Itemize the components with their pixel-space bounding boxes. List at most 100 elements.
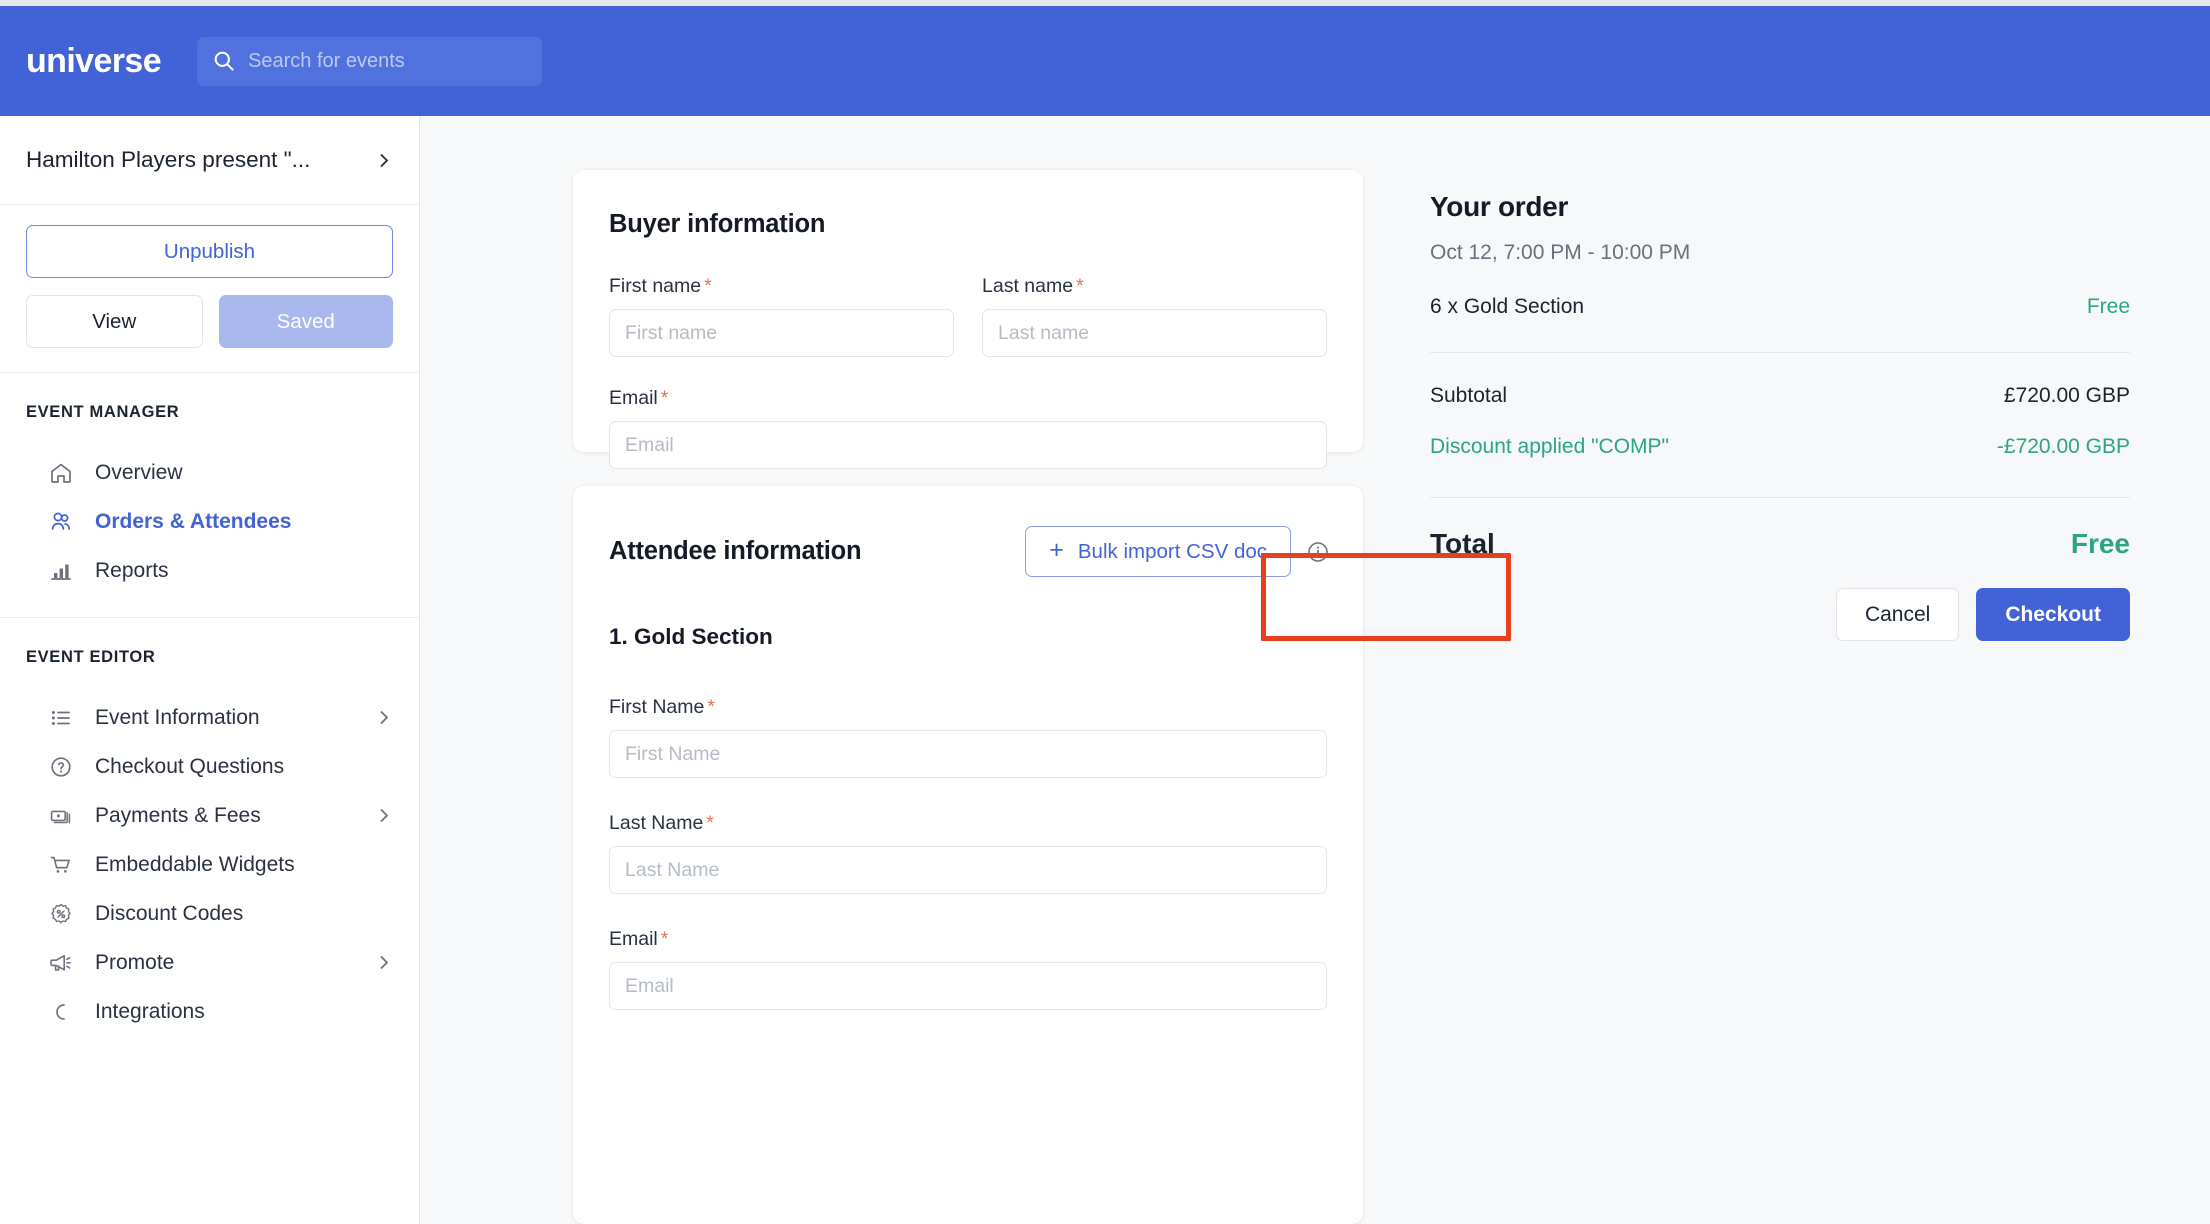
- attendee-email-label: Email *: [609, 928, 1327, 951]
- buyer-email-label: Email *: [609, 387, 1327, 410]
- buyer-email-label-text: Email: [609, 387, 658, 409]
- buyer-information-card: Buyer information First name* Last name*: [573, 170, 1363, 469]
- sidebar-item-discount-codes[interactable]: Discount Codes: [0, 889, 419, 938]
- sidebar-item-label: Discount Codes: [95, 901, 244, 925]
- sidebar-item-label: Embeddable Widgets: [95, 852, 295, 876]
- order-divider-top: [1430, 352, 2130, 353]
- order-event-datetime: Oct 12, 7:00 PM - 10:00 PM: [1430, 241, 1691, 264]
- cart-icon: [48, 852, 78, 878]
- event-selector[interactable]: Hamilton Players present "...: [0, 116, 419, 205]
- buyer-last-name-field: Last name *: [982, 275, 1327, 357]
- main-content: Buyer information First name* Last name*: [420, 116, 2210, 1224]
- sidebar-item-label: Reports: [95, 558, 169, 582]
- cancel-button[interactable]: Cancel: [1835, 588, 1960, 641]
- money-icon: [48, 803, 78, 829]
- attendee-first-name-input[interactable]: [609, 730, 1327, 778]
- order-discount-value: -£720.00 GBP: [1996, 435, 2130, 458]
- order-action-buttons: Cancel Checkout: [1430, 588, 2130, 641]
- attendee-information-title: Attendee information: [609, 537, 862, 565]
- sidebar-item-orders-attendees[interactable]: Orders & Attendees: [0, 497, 419, 546]
- universe-logo[interactable]: universe: [26, 44, 162, 78]
- order-divider-bottom: [1430, 497, 2130, 498]
- order-total-value: Free: [2070, 528, 2130, 559]
- order-summary-title: Your order: [1430, 191, 1569, 222]
- order-discount-row: Discount applied "COMP" -£720.00 GBP: [1430, 435, 2130, 459]
- bulk-import-csv-doc-button[interactable]: + Bulk import CSV doc: [1025, 526, 1291, 577]
- checkout-button[interactable]: Checkout: [1976, 588, 2130, 641]
- attendee-email-input[interactable]: [609, 962, 1327, 1010]
- required-marker: *: [707, 696, 715, 718]
- attendee-last-name-label: Last Name *: [609, 812, 1327, 835]
- integrations-icon: [48, 999, 78, 1025]
- nav-group-title-event-editor: EVENT EDITOR: [26, 648, 156, 666]
- required-marker: *: [660, 387, 669, 409]
- required-marker: *: [704, 275, 712, 297]
- attendee-first-name-label: First Name *: [609, 696, 1327, 719]
- nav-group-event-manager: EVENT MANAGER Overview Orders & Attendee…: [0, 373, 419, 618]
- saved-button[interactable]: Saved: [218, 295, 393, 348]
- megaphone-icon: [48, 950, 78, 976]
- buyer-first-name-field: First name *: [609, 275, 954, 357]
- attendee-section-title: 1. Gold Section: [609, 624, 773, 649]
- bulk-import-label: Bulk import CSV doc: [1077, 539, 1267, 563]
- list-icon: [48, 705, 78, 731]
- sidebar-item-event-information[interactable]: Event Information: [0, 693, 419, 742]
- sidebar-item-checkout-questions[interactable]: Checkout Questions: [0, 742, 419, 791]
- order-subtotal-value: £720.00 GBP: [2003, 384, 2130, 407]
- attendee-last-name-label-text: Last Name: [609, 812, 704, 834]
- search-placeholder-text: Search for events: [248, 50, 405, 72]
- sidebar: Hamilton Players present "... Unpublish …: [0, 116, 420, 1224]
- view-button[interactable]: View: [26, 295, 203, 348]
- sidebar-item-reports[interactable]: Reports: [0, 546, 419, 595]
- attendee-first-name-field: First Name *: [609, 696, 1327, 778]
- attendee-information-header: Attendee information + Bulk import CSV d…: [609, 526, 1328, 577]
- top-header-bar: universe Search for events: [0, 6, 2210, 116]
- sidebar-item-label: Integrations: [95, 999, 205, 1023]
- nav-group-event-editor: EVENT EDITOR Event Information Checkout …: [0, 618, 419, 1058]
- discount-badge-icon: [48, 901, 78, 927]
- sidebar-item-embeddable-widgets[interactable]: Embeddable Widgets: [0, 840, 419, 889]
- buyer-information-title: Buyer information: [609, 210, 826, 238]
- sidebar-item-integrations[interactable]: Integrations: [0, 987, 419, 1036]
- home-icon: [48, 460, 78, 486]
- chevron-right-icon: [376, 807, 393, 824]
- sidebar-item-label: Promote: [95, 950, 175, 974]
- sidebar-item-payments-fees[interactable]: Payments & Fees: [0, 791, 419, 840]
- plus-icon: +: [1049, 536, 1064, 564]
- sidebar-item-label: Orders & Attendees: [95, 509, 292, 533]
- chevron-right-icon: [376, 954, 393, 971]
- required-marker: *: [1076, 275, 1084, 297]
- attendee-last-name-input[interactable]: [609, 846, 1327, 894]
- buyer-first-name-input[interactable]: [609, 309, 954, 357]
- sidebar-item-label: Checkout Questions: [95, 754, 285, 778]
- buyer-last-name-input[interactable]: [982, 309, 1327, 357]
- order-discount-label: Discount applied "COMP": [1430, 435, 1670, 458]
- bulk-import-area: + Bulk import CSV doc: [1025, 526, 1331, 577]
- question-circle-icon: [48, 754, 78, 780]
- sidebar-item-promote[interactable]: Promote: [0, 938, 419, 987]
- buyer-first-name-label: First name *: [609, 275, 954, 298]
- buyer-email-input[interactable]: [609, 421, 1327, 469]
- search-input[interactable]: Search for events: [197, 36, 543, 86]
- buyer-last-name-label: Last name *: [982, 275, 1327, 298]
- people-icon: [48, 509, 78, 535]
- attendee-first-name-label-text: First Name: [609, 696, 705, 718]
- attendee-email-label-text: Email: [609, 928, 658, 950]
- buyer-email-field: Email *: [609, 387, 1327, 469]
- event-actions: Unpublish View Saved: [0, 205, 419, 373]
- search-icon: [213, 50, 235, 72]
- required-marker: *: [706, 812, 714, 834]
- order-summary-panel: Your order Oct 12, 7:00 PM - 10:00 PM 6 …: [1430, 191, 2130, 641]
- required-marker: *: [660, 928, 669, 950]
- order-line-item-label: 6 x Gold Section: [1430, 295, 1585, 318]
- unpublish-button[interactable]: Unpublish: [26, 225, 393, 278]
- sidebar-item-label: Payments & Fees: [95, 803, 261, 827]
- attendee-information-card: Attendee information + Bulk import CSV d…: [573, 486, 1363, 1224]
- attendee-email-field: Email *: [609, 928, 1327, 1010]
- sidebar-item-overview[interactable]: Overview: [0, 448, 419, 497]
- order-total-label: Total: [1430, 528, 1495, 559]
- bar-chart-icon: [48, 558, 78, 584]
- order-subtotal-row: Subtotal £720.00 GBP: [1430, 384, 2130, 408]
- info-circle-icon[interactable]: [1305, 539, 1331, 565]
- buyer-first-name-label-text: First name: [609, 275, 702, 297]
